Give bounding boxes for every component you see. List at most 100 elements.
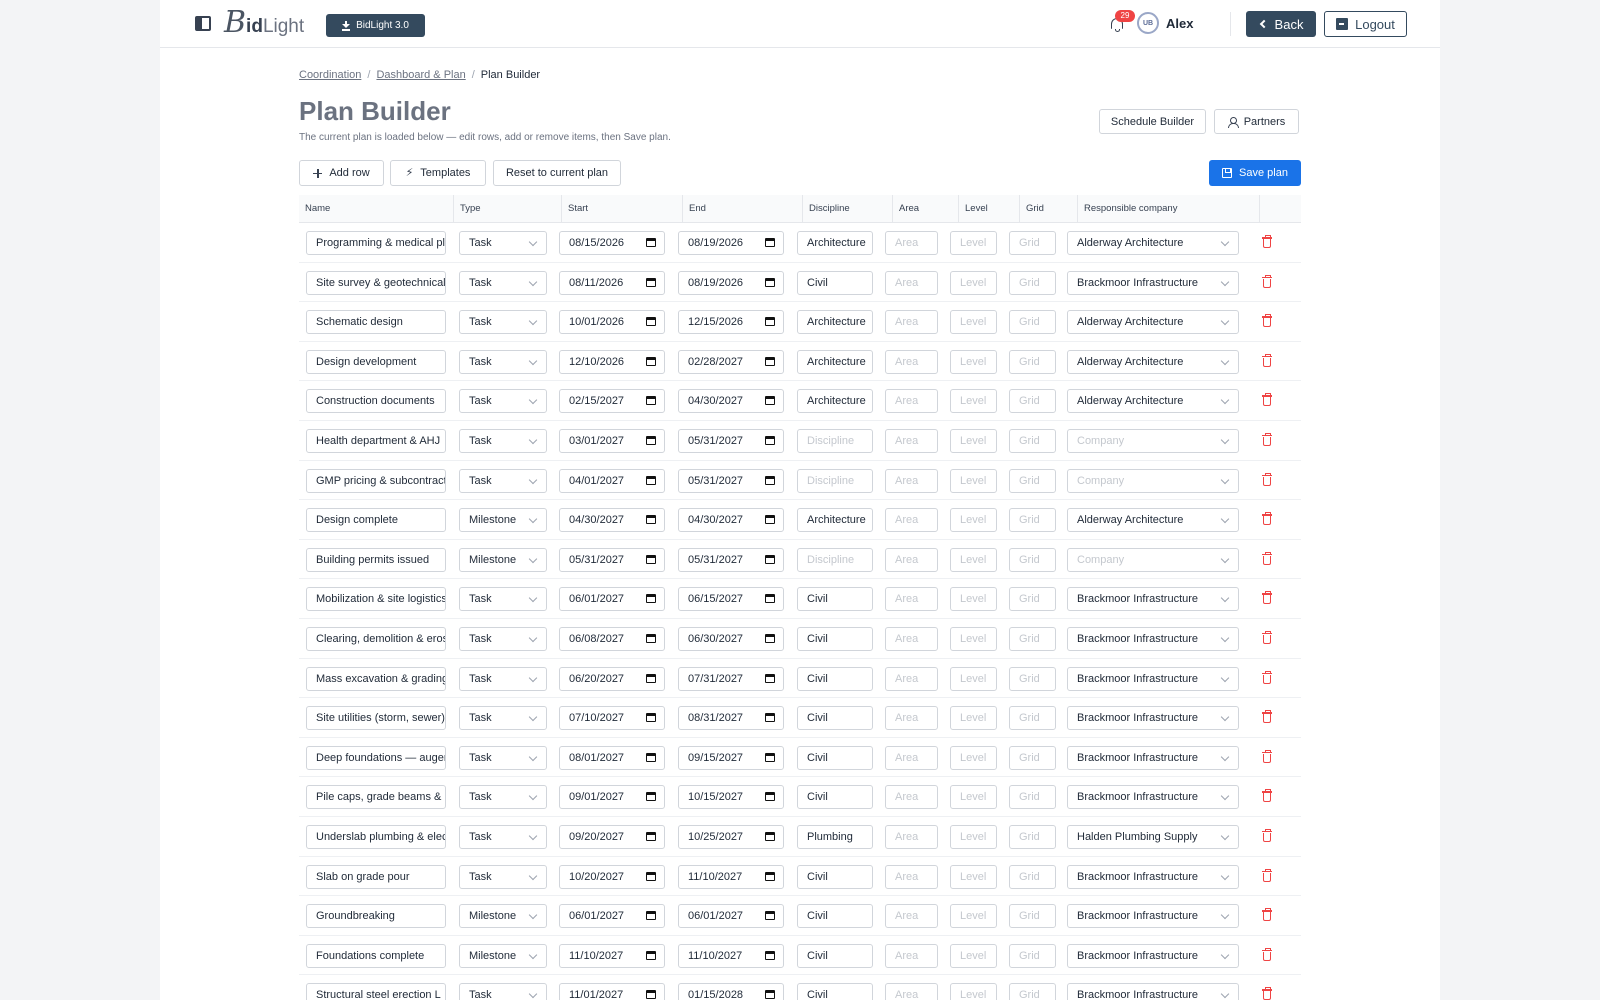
calendar-icon[interactable] — [646, 594, 656, 604]
grid-input[interactable]: Grid — [1009, 943, 1056, 968]
area-input[interactable]: Area — [885, 706, 938, 731]
type-select[interactable]: Task — [459, 389, 547, 414]
grid-input[interactable]: Grid — [1009, 904, 1056, 929]
level-input[interactable]: Level — [950, 231, 997, 255]
calendar-icon[interactable] — [765, 792, 775, 802]
calendar-icon[interactable] — [646, 950, 656, 960]
type-select[interactable]: Task — [459, 428, 547, 453]
templates-button[interactable]: ⚡︎ Templates — [390, 160, 486, 186]
area-input[interactable]: Area — [885, 468, 938, 493]
grid-input[interactable]: Grid — [1009, 587, 1056, 612]
add-row-button[interactable]: Add row — [299, 160, 384, 186]
area-input[interactable]: Area — [885, 864, 938, 889]
grid-input[interactable]: Grid — [1009, 310, 1056, 335]
discipline-input[interactable]: Civil — [797, 943, 873, 968]
calendar-icon[interactable] — [765, 752, 775, 762]
start-date-input[interactable]: 10/01/2026 — [559, 310, 665, 335]
end-date-input[interactable]: 04/30/2027 — [678, 508, 784, 533]
area-input[interactable]: Area — [885, 310, 938, 335]
start-date-input[interactable]: 06/01/2027 — [559, 904, 665, 929]
company-select[interactable]: Company — [1067, 428, 1239, 453]
calendar-icon[interactable] — [765, 475, 775, 485]
name-input[interactable]: Slab on grade pour — [306, 864, 446, 889]
area-input[interactable]: Area — [885, 349, 938, 374]
calendar-icon[interactable] — [765, 990, 775, 1000]
end-date-input[interactable]: 07/31/2027 — [678, 666, 784, 691]
discipline-input[interactable]: Architecture — [797, 508, 873, 533]
grid-input[interactable]: Grid — [1009, 349, 1056, 374]
calendar-icon[interactable] — [646, 554, 656, 564]
username[interactable]: Alex — [1166, 16, 1193, 31]
calendar-icon[interactable] — [646, 356, 656, 366]
start-date-input[interactable]: 11/10/2027 — [559, 943, 665, 968]
start-date-input[interactable]: 08/11/2026 — [559, 270, 665, 295]
name-input[interactable]: Programming & medical planning — [306, 231, 446, 255]
calendar-icon[interactable] — [765, 554, 775, 564]
trash-icon[interactable] — [1262, 710, 1272, 724]
area-input[interactable]: Area — [885, 389, 938, 414]
name-input[interactable]: Groundbreaking — [306, 904, 446, 929]
sidebar-toggle-icon[interactable] — [195, 16, 211, 31]
calendar-icon[interactable] — [646, 752, 656, 762]
level-input[interactable]: Level — [950, 626, 997, 651]
discipline-input[interactable]: Architecture — [797, 310, 873, 335]
type-select[interactable]: Task — [459, 626, 547, 651]
level-input[interactable]: Level — [950, 428, 997, 453]
grid-input[interactable]: Grid — [1009, 824, 1056, 849]
discipline-input[interactable]: Civil — [797, 864, 873, 889]
type-select[interactable]: Task — [459, 468, 547, 493]
calendar-icon[interactable] — [646, 911, 656, 921]
end-date-input[interactable]: 05/31/2027 — [678, 468, 784, 493]
discipline-input[interactable]: Discipline — [797, 468, 873, 493]
area-input[interactable]: Area — [885, 626, 938, 651]
grid-input[interactable]: Grid — [1009, 983, 1056, 1000]
level-input[interactable]: Level — [950, 864, 997, 889]
company-select[interactable]: Brackmoor Infrastructure — [1067, 706, 1239, 731]
area-input[interactable]: Area — [885, 547, 938, 572]
trash-icon[interactable] — [1262, 275, 1272, 288]
start-date-input[interactable]: 11/01/2027 — [559, 983, 665, 1000]
name-input[interactable]: Health department & AHJ — [306, 428, 446, 453]
area-input[interactable]: Area — [885, 231, 938, 255]
type-select[interactable]: Task — [459, 706, 547, 731]
calendar-icon[interactable] — [765, 633, 775, 643]
calendar-icon[interactable] — [765, 713, 775, 723]
company-select[interactable]: Halden Plumbing Supply — [1067, 824, 1239, 849]
grid-input[interactable]: Grid — [1009, 508, 1056, 533]
area-input[interactable]: Area — [885, 745, 938, 770]
trash-icon[interactable] — [1262, 314, 1272, 328]
name-input[interactable]: Construction documents — [306, 389, 446, 414]
start-date-input[interactable]: 03/01/2027 — [559, 428, 665, 453]
start-date-input[interactable]: 04/01/2027 — [559, 468, 665, 493]
start-date-input[interactable]: 07/10/2027 — [559, 706, 665, 731]
company-select[interactable]: Brackmoor Infrastructure — [1067, 745, 1239, 770]
trash-icon[interactable] — [1262, 552, 1272, 565]
trash-icon[interactable] — [1262, 631, 1272, 644]
company-select[interactable]: Alderway Architecture — [1067, 310, 1239, 335]
end-date-input[interactable]: 11/10/2027 — [678, 864, 784, 889]
discipline-input[interactable]: Civil — [797, 706, 873, 731]
level-input[interactable]: Level — [950, 389, 997, 414]
level-input[interactable]: Level — [950, 666, 997, 691]
name-input[interactable]: Building permits issued — [306, 547, 446, 572]
start-date-input[interactable]: 10/20/2027 — [559, 864, 665, 889]
calendar-icon[interactable] — [646, 673, 656, 683]
trash-icon[interactable] — [1262, 869, 1272, 882]
end-date-input[interactable]: 08/19/2026 — [678, 270, 784, 295]
grid-input[interactable]: Grid — [1009, 666, 1056, 691]
end-date-input[interactable]: 08/19/2026 — [678, 231, 784, 255]
name-input[interactable]: Structural steel erection L — [306, 983, 446, 1000]
calendar-icon[interactable] — [765, 950, 775, 960]
level-input[interactable]: Level — [950, 587, 997, 612]
name-input[interactable]: Deep foundations — auger piles — [306, 745, 446, 770]
discipline-input[interactable]: Civil — [797, 587, 873, 612]
name-input[interactable]: Mass excavation & grading — [306, 666, 446, 691]
trash-icon[interactable] — [1262, 591, 1272, 605]
calendar-icon[interactable] — [646, 317, 656, 327]
area-input[interactable]: Area — [885, 666, 938, 691]
calendar-icon[interactable] — [765, 396, 775, 406]
type-select[interactable]: Task — [459, 745, 547, 770]
calendar-icon[interactable] — [765, 238, 775, 247]
level-input[interactable]: Level — [950, 745, 997, 770]
name-input[interactable]: Site utilities (storm, sewer) — [306, 706, 446, 731]
